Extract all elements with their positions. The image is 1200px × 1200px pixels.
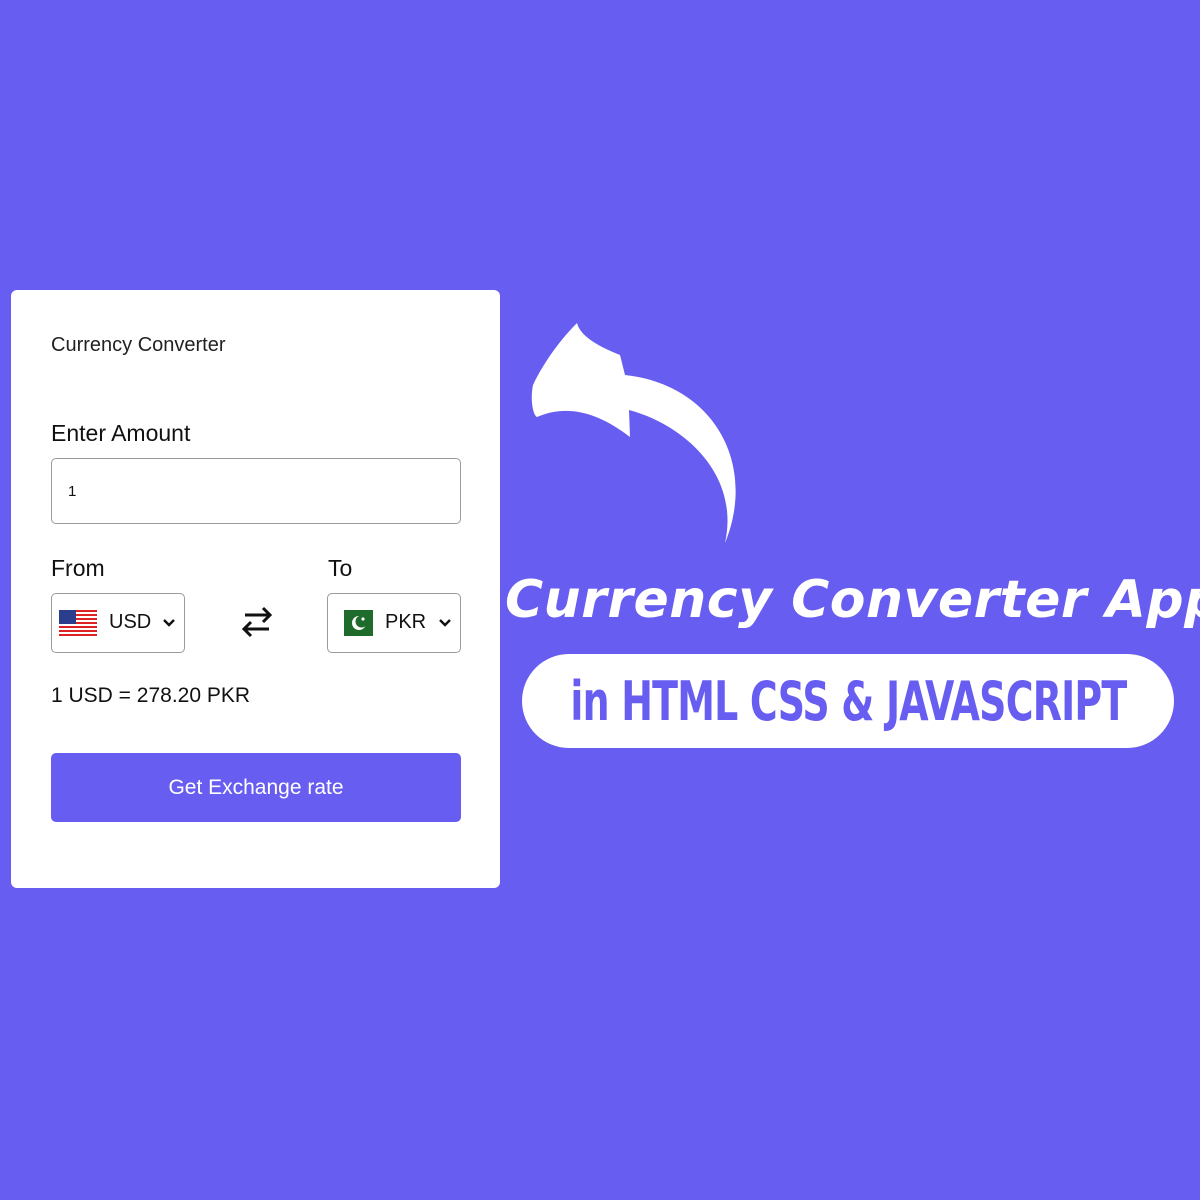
card-title: Currency Converter [51,334,226,356]
chevron-down-icon [163,619,175,627]
to-currency-code: PKR [385,611,427,633]
subheadline-pill: in HTML CSS & JAVASCRIPT [522,654,1174,748]
chevron-down-icon [439,619,451,627]
pk-flag-icon [335,610,373,636]
from-currency-code: USD [109,611,152,633]
to-label: To [328,555,353,581]
from-currency-select[interactable]: USD [51,593,185,653]
to-currency-select[interactable]: PKR [327,593,461,653]
us-flag-icon [59,610,97,636]
from-label: From [51,555,105,581]
get-exchange-rate-button[interactable]: Get Exchange rate [51,753,461,822]
converter-card: Currency Converter Enter Amount From To … [11,290,500,888]
curved-arrow-icon [531,323,736,543]
exchange-rate-text: 1 USD = 278.20 PKR [51,684,251,707]
amount-label: Enter Amount [51,420,191,446]
amount-input[interactable] [51,458,461,524]
swap-arrows-icon[interactable] [237,604,277,640]
headline: Currency Converter App [505,570,1200,630]
subheadline: in HTML CSS & JAVASCRIPT [569,669,1127,733]
